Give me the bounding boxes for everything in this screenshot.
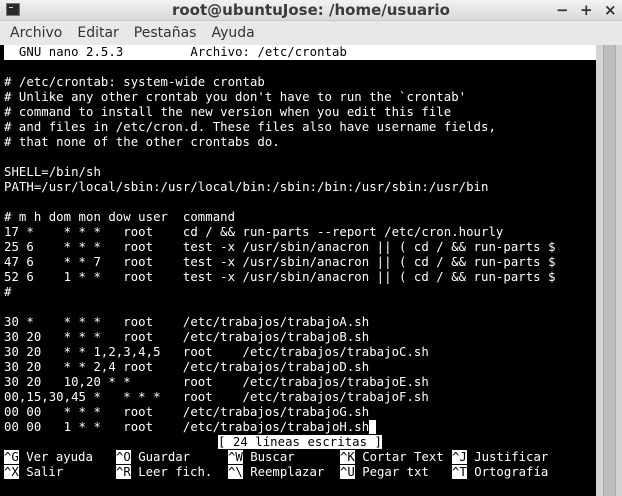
shortcut-item[interactable]: ^G Ver ayuda (4, 450, 116, 465)
terminal-window: root@ubuntuJose: /home/usuario − + × Arc… (0, 0, 622, 496)
shortcut-key: ^J (452, 450, 467, 464)
shortcut-label: Cortar Text (354, 450, 444, 464)
menu-ayuda[interactable]: Ayuda (206, 21, 259, 45)
shortcut-item[interactable]: ^U Pegar txt (340, 465, 452, 480)
shortcut-label: Guardar (130, 450, 191, 464)
shortcut-item[interactable]: ^T Ortografía (452, 465, 564, 480)
editor-line: 30 20 * * 2,4 root /etc/trabajos/trabajo… (4, 360, 370, 374)
shortcut-item[interactable]: ^O Guardar (116, 450, 228, 465)
menu-editar[interactable]: Editar (72, 21, 123, 45)
minimize-icon[interactable]: − (556, 0, 569, 20)
editor-line: # and files in /etc/cron.d. These files … (4, 120, 496, 134)
menu-pestanas[interactable]: Pestañas (129, 21, 202, 45)
terminal-area[interactable]: GNU nano 2.5.3 Archivo: /etc/crontab # /… (0, 45, 622, 496)
scrollbar[interactable] (596, 45, 622, 496)
editor-line: PATH=/usr/local/sbin:/usr/local/bin:/sbi… (4, 180, 489, 194)
shortcut-key: ^\ (228, 465, 243, 479)
nano-file-label: Archivo: /etc/crontab (190, 45, 347, 59)
shortcut-key: ^W (228, 450, 243, 464)
shortcut-item[interactable]: ^R Leer fich. (116, 465, 228, 480)
shortcut-item[interactable]: ^W Buscar (228, 450, 340, 465)
text-cursor (369, 420, 377, 434)
editor-line: 00,15,30,45 * * * * root /etc/trabajos/t… (4, 390, 429, 404)
nano-editor[interactable]: GNU nano 2.5.3 Archivo: /etc/crontab # /… (4, 45, 596, 496)
shortcut-key: ^K (340, 450, 355, 464)
shortcut-label: Leer fich. (130, 465, 213, 479)
shortcut-label: Pegar txt (354, 465, 429, 479)
status-message: [ 24 líneas escritas ] (218, 435, 382, 449)
shortcut-item[interactable]: ^K Cortar Text (340, 450, 452, 465)
menu-archivo[interactable]: Archivo (5, 21, 67, 45)
editor-line: 00 00 * * * root /etc/trabajos/trabajoG.… (4, 405, 370, 419)
editor-line: 52 6 1 * * root test -x /usr/sbin/anacro… (4, 270, 556, 284)
shortcut-key: ^O (116, 450, 131, 464)
status-line: [ 24 líneas escritas ] (4, 435, 596, 450)
shortcut-label: Justificar (466, 450, 549, 464)
editor-line: # (4, 285, 12, 299)
shortcut-key: ^X (4, 465, 19, 479)
shortcut-label: Reemplazar (242, 465, 325, 479)
shortcut-row: ^G Ver ayuda ^O Guardar ^W Buscar ^K Cortar… (4, 450, 564, 465)
scrollbar-thumb[interactable] (603, 45, 616, 496)
terminal-app-icon (6, 3, 20, 16)
editor-line: # that none of the other crontabs do. (4, 135, 280, 149)
nano-version: GNU nano 2.5.3 (18, 45, 124, 59)
shortcut-item[interactable]: ^J Justificar (452, 450, 564, 465)
editor-line: 25 6 * * * root test -x /usr/sbin/anacro… (4, 240, 556, 254)
window-title: root@ubuntuJose: /home/usuario (171, 1, 450, 19)
shortcut-label: Ver ayuda (18, 450, 93, 464)
shortcut-label: Buscar (242, 450, 295, 464)
editor-line: 30 20 * * * root /etc/trabajos/trabajoB.… (4, 330, 370, 344)
editor-line: 47 6 * * 7 root test -x /usr/sbin/anacro… (4, 255, 556, 269)
editor-line: # /etc/crontab: system-wide crontab (4, 75, 265, 89)
window-controls: − + × (556, 0, 617, 20)
editor-line: # command to install the new version whe… (4, 105, 452, 119)
shortcut-key: ^T (452, 465, 467, 479)
shortcut-label: Ortografía (466, 465, 549, 479)
shortcut-key: ^G (4, 450, 19, 464)
editor-line: 30 * * * * root /etc/trabajos/trabajoA.s… (4, 315, 370, 329)
shortcut-row: ^X Salir ^R Leer fich. ^\ Reemplazar ^U Peg… (4, 465, 564, 480)
menu-bar: Archivo Editar Pestañas Ayuda (0, 21, 622, 45)
close-icon[interactable]: × (604, 0, 617, 20)
shortcut-item[interactable]: ^\ Reemplazar (228, 465, 340, 480)
shortcut-key: ^U (340, 465, 355, 479)
editor-line: 30 20 10,20 * * root /etc/trabajos/traba… (4, 375, 429, 389)
editor-line: SHELL=/bin/sh (4, 165, 101, 179)
maximize-icon[interactable]: + (580, 0, 593, 20)
editor-line: 00 00 1 * * root /etc/trabajos/trabajoH.… (4, 420, 377, 435)
nano-header: GNU nano 2.5.3 Archivo: /etc/crontab (4, 45, 596, 60)
shortcut-item[interactable]: ^X Salir (4, 465, 116, 480)
shortcut-label: Salir (18, 465, 64, 479)
editor-line: # m h dom mon dow user command (4, 210, 236, 224)
editor-line: 17 * * * * root cd / && run-parts --repo… (4, 225, 504, 239)
shortcut-key: ^R (116, 465, 131, 479)
editor-line: 30 20 * * 1,2,3,4,5 root /etc/trabajos/t… (4, 345, 429, 359)
editor-line: # Unlike any other crontab you don't hav… (4, 90, 467, 104)
title-bar[interactable]: root@ubuntuJose: /home/usuario − + × (0, 0, 622, 21)
